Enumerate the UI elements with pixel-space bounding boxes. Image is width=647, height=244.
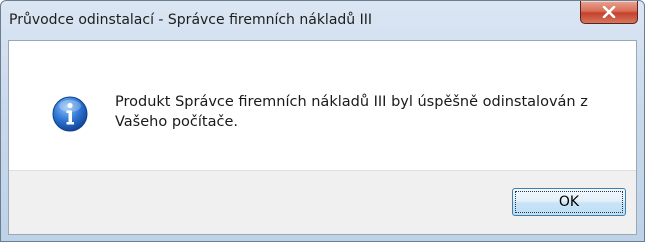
close-icon: [602, 6, 616, 18]
info-icon: [52, 96, 88, 132]
window-title: Průvodce odinstalací - Správce firemních…: [9, 12, 372, 28]
message-text: Produkt Správce firemních nákladů III by…: [115, 94, 588, 130]
dialog-client-area: Produkt Správce firemních nákladů III by…: [8, 40, 637, 235]
dialog-window: Průvodce odinstalací - Správce firemních…: [0, 0, 645, 242]
button-bar: OK: [9, 170, 636, 234]
ok-button[interactable]: OK: [512, 188, 626, 216]
title-bar[interactable]: Průvodce odinstalací - Správce firemních…: [1, 1, 644, 40]
message-area: Produkt Správce firemních nákladů III by…: [9, 41, 636, 170]
close-button[interactable]: [580, 1, 638, 24]
